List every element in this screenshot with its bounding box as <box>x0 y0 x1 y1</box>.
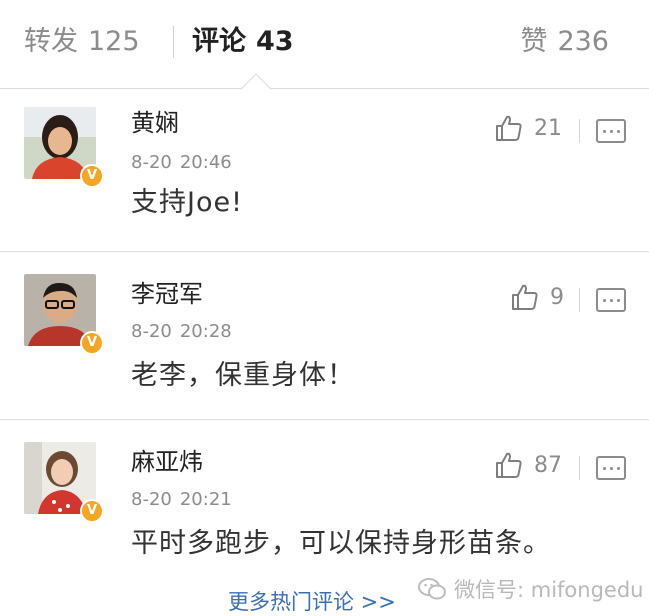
verified-badge: V <box>80 499 104 523</box>
thumbs-up-icon <box>496 115 522 141</box>
more-dot-icon <box>616 466 620 470</box>
wechat-watermark: 微信号: mifongedu <box>418 572 649 606</box>
tab-like[interactable]: 赞 236 <box>520 24 609 60</box>
comment-item: V 李冠军 8-20 20:28 老李，保重身体！ 9 <box>0 252 649 420</box>
comment-date: 8-20 <box>131 321 172 342</box>
comment-text: 平时多跑步，可以保持身形苗条。 <box>131 528 551 559</box>
comment-timestamp: 8-20 20:21 <box>131 488 232 512</box>
comment-text: 支持Joe! <box>131 187 243 218</box>
more-options-button[interactable] <box>596 456 626 480</box>
tab-comment-count: 43 <box>256 26 294 57</box>
comment-timestamp: 8-20 20:28 <box>131 320 232 344</box>
tab-comment-label: 评论 <box>192 26 246 57</box>
commenter-name[interactable]: 麻亚炜 <box>131 446 203 478</box>
verified-badge: V <box>80 331 104 355</box>
more-dot-icon <box>609 129 613 133</box>
more-dot-icon <box>602 466 606 470</box>
like-count: 9 <box>550 284 564 310</box>
thumbs-up-icon <box>512 284 538 310</box>
comment-time: 20:21 <box>179 489 232 510</box>
comment-time: 20:46 <box>179 152 232 173</box>
more-dot-icon <box>609 298 613 302</box>
action-divider <box>579 288 580 312</box>
tab-repost-label: 转发 <box>24 26 78 57</box>
more-hot-comments-link[interactable]: 更多热门评论 >> <box>228 588 396 616</box>
more-dot-icon <box>616 298 620 302</box>
watermark-text: 微信号: mifongedu <box>454 578 644 602</box>
like-count: 21 <box>534 115 562 141</box>
tab-repost-count: 125 <box>88 26 140 57</box>
commenter-name[interactable]: 黄娴 <box>131 107 179 139</box>
more-options-button[interactable] <box>596 288 626 312</box>
action-divider <box>579 119 580 143</box>
verified-badge: V <box>80 164 104 188</box>
more-dot-icon <box>602 298 606 302</box>
like-button[interactable]: 9 <box>510 282 564 312</box>
more-dot-icon <box>616 129 620 133</box>
comment-item: V 麻亚炜 8-20 20:21 平时多跑步，可以保持身形苗条。 87 <box>0 420 649 588</box>
thumbs-up-icon <box>496 452 522 478</box>
comment-tabs: 转发 125 评论 43 赞 236 <box>0 0 649 105</box>
like-count: 87 <box>534 452 562 478</box>
wechat-icon <box>418 577 446 601</box>
tab-like-count: 236 <box>557 26 609 57</box>
tab-divider <box>173 26 174 58</box>
comment-timestamp: 8-20 20:46 <box>131 151 232 175</box>
more-dot-icon <box>609 466 613 470</box>
like-button[interactable]: 87 <box>494 450 562 480</box>
more-dot-icon <box>602 129 606 133</box>
more-options-button[interactable] <box>596 119 626 143</box>
commenter-name[interactable]: 李冠军 <box>131 278 203 310</box>
tab-comment[interactable]: 评论 43 <box>192 24 294 60</box>
tab-like-label: 赞 <box>520 26 548 57</box>
action-divider <box>579 456 580 480</box>
comment-date: 8-20 <box>131 489 172 510</box>
tab-repost[interactable]: 转发 125 <box>24 24 140 60</box>
comment-item: V 黄娴 8-20 20:46 支持Joe! 21 <box>0 89 649 252</box>
comment-text: 老李，保重身体！ <box>131 360 355 391</box>
comment-date: 8-20 <box>131 152 172 173</box>
comment-time: 20:28 <box>179 321 232 342</box>
like-button[interactable]: 21 <box>494 113 562 143</box>
